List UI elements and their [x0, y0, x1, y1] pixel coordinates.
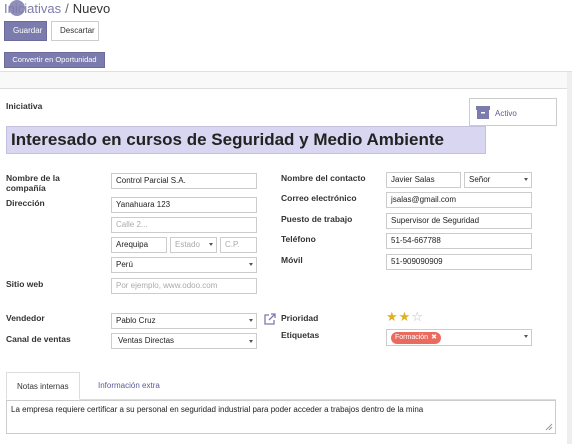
sales-channel-select[interactable]: Ventas Directas: [111, 333, 257, 349]
tag-label: Formación: [395, 334, 429, 341]
breadcrumb-separator: /: [65, 1, 69, 16]
contact-title-select[interactable]: Señor: [464, 172, 532, 188]
mouse-cursor-indicator: [9, 0, 25, 16]
internal-notes-textarea[interactable]: La empresa requiere certificar a su pers…: [6, 400, 556, 434]
notebook-tabs: Notas internas Información extra: [6, 372, 556, 400]
tags-label: Etiquetas: [281, 330, 320, 340]
contact-name-input[interactable]: Javier Salas: [386, 172, 461, 188]
mobile-label: Móvil: [281, 255, 303, 265]
priority-widget[interactable]: ★★☆: [386, 310, 424, 324]
star-icon[interactable]: ★: [399, 309, 412, 324]
chevron-down-icon: [524, 178, 528, 181]
tab-extra-info[interactable]: Información extra: [88, 372, 170, 400]
active-label: Activo: [495, 109, 517, 118]
contact-name-label: Nombre del contacto: [281, 173, 366, 183]
state-select[interactable]: Estado: [170, 237, 217, 253]
active-toggle-button[interactable]: Activo: [469, 98, 557, 126]
discard-button[interactable]: Descartar: [51, 21, 99, 41]
company-label: Nombre de la compañía: [6, 173, 60, 193]
website-input[interactable]: Por ejemplo, www.odoo.com: [111, 278, 257, 294]
email-input[interactable]: jsalas@gmail.com: [386, 192, 532, 208]
street-input[interactable]: Yanahuara 123: [111, 197, 257, 213]
street2-input[interactable]: Calle 2...: [111, 217, 257, 233]
zip-input[interactable]: C.P.: [220, 237, 257, 253]
star-outline-icon[interactable]: ☆: [411, 309, 424, 324]
breadcrumb-current: Nuevo: [72, 1, 111, 16]
salesperson-label: Vendedor: [6, 313, 45, 323]
country-value: Perú: [116, 260, 133, 269]
lead-title-input[interactable]: Interesado en cursos de Seguridad y Medi…: [6, 126, 486, 154]
tab-internal-notes[interactable]: Notas internas: [6, 372, 80, 400]
sales-channel-value: Ventas Directas: [118, 336, 175, 345]
statusbar: Convertir en Oportunidad: [0, 48, 572, 72]
tag-badge: Formación ✖: [391, 332, 441, 344]
remove-tag-icon[interactable]: ✖: [431, 334, 437, 341]
job-position-label: Puesto de trabajo: [281, 214, 353, 224]
chevron-down-icon: [249, 263, 253, 266]
chevron-down-icon: [249, 340, 253, 343]
save-button[interactable]: Guardar: [4, 21, 47, 41]
address-label: Dirección: [6, 198, 45, 208]
email-label: Correo electrónico: [281, 193, 357, 203]
control-panel: Iniciativas / Nuevo Guardar Descartar Conv…: [0, 0, 572, 72]
chevron-down-icon: [249, 319, 253, 322]
chevron-down-icon: [209, 243, 213, 246]
phone-input[interactable]: 51-54-667788: [386, 233, 532, 249]
country-select[interactable]: Perú: [111, 257, 257, 273]
city-input[interactable]: Arequipa: [111, 237, 167, 253]
convert-to-opportunity-button[interactable]: Convertir en Oportunidad: [4, 52, 105, 68]
section-label: Iniciativa: [6, 101, 43, 111]
priority-label: Prioridad: [281, 313, 319, 323]
star-icon[interactable]: ★: [386, 309, 399, 324]
chevron-down-icon: [524, 335, 528, 338]
resize-handle-icon[interactable]: [545, 423, 553, 431]
external-link-icon[interactable]: [264, 313, 276, 325]
vertical-scrollbar[interactable]: [567, 72, 572, 444]
contact-title-value: Señor: [469, 175, 491, 184]
job-position-input[interactable]: Supervisor de Seguridad: [386, 213, 532, 229]
salesperson-value: Pablo Cruz: [116, 316, 156, 325]
website-label: Sitio web: [6, 279, 44, 289]
form-view: Iniciativas / Nuevo Guardar Descartar Conv…: [0, 0, 572, 444]
mobile-input[interactable]: 51-909090909: [386, 254, 532, 270]
company-name-input[interactable]: Control Parcial S.A.: [111, 173, 257, 189]
state-placeholder: Estado: [175, 240, 200, 249]
notes-text: La empresa requiere certificar a su pers…: [11, 405, 424, 414]
salesperson-select[interactable]: Pablo Cruz: [111, 313, 257, 329]
phone-label: Teléfono: [281, 234, 316, 244]
sales-channel-label: Canal de ventas: [6, 334, 71, 344]
archive-icon: [476, 106, 490, 119]
